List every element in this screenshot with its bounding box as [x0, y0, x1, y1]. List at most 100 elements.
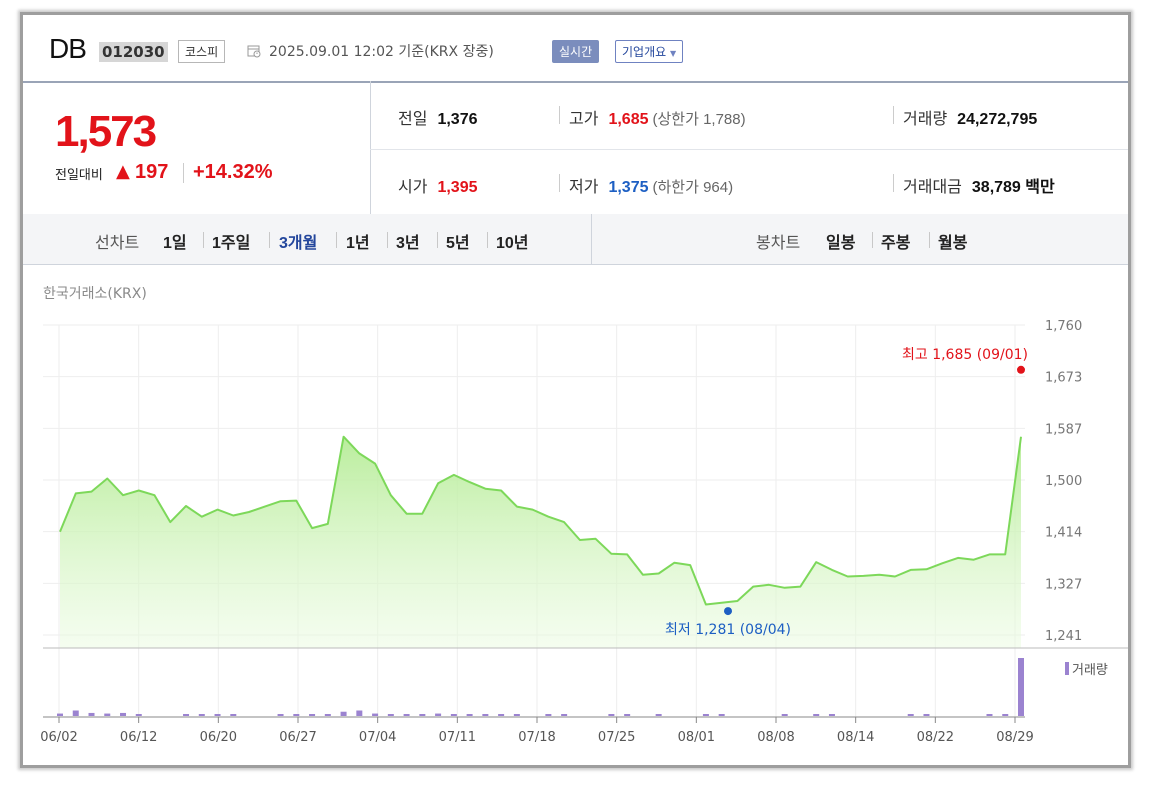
volume-bar — [1002, 714, 1009, 716]
period-3y[interactable]: 3년 — [396, 229, 420, 253]
exchange-label: 한국거래소(KRX) — [43, 286, 147, 302]
volume-bar — [372, 713, 379, 716]
divider — [387, 232, 388, 248]
divider — [183, 163, 184, 183]
x-tick-label: 07/11 — [439, 730, 476, 745]
x-tick-label: 08/14 — [837, 730, 874, 745]
stat-amount: 거래대금 38,789 백만 — [903, 173, 1055, 197]
x-tick-label: 07/18 — [518, 730, 555, 745]
price-chart[interactable]: 1,760 1,673 1,587 1,500 1,414 1,327 1,241 최고 1,… — [23, 312, 1128, 768]
period-1d[interactable]: 1일 — [163, 229, 187, 253]
volume-bar — [813, 714, 820, 716]
divider — [591, 214, 592, 264]
y-tick-label: 1,673 — [1045, 371, 1082, 386]
stat-value: 1,375 — [608, 179, 649, 196]
stat-value: 1,395 — [437, 179, 478, 196]
stat-value: 1,685 — [608, 111, 649, 128]
stat-label: 거래량 — [903, 111, 948, 128]
volume-bar — [387, 714, 394, 716]
divider — [893, 174, 894, 192]
volume-bar — [466, 714, 473, 716]
volume-bar — [277, 714, 284, 716]
current-price: 1,573 — [55, 107, 157, 156]
divider — [872, 232, 873, 248]
divider — [203, 232, 204, 248]
volume-bar — [986, 714, 993, 716]
volume-bar — [309, 714, 316, 716]
diff-percent: +14.32% — [193, 161, 273, 183]
volume-bar — [1018, 658, 1024, 716]
calendar-clock-icon — [247, 45, 261, 58]
high-marker — [1017, 365, 1025, 374]
volume-bar — [561, 714, 568, 716]
volume-bar — [482, 714, 489, 716]
x-tick-label: 08/08 — [757, 730, 794, 745]
volume-bar — [57, 713, 63, 716]
stat-label: 거래대금 — [903, 179, 962, 196]
y-tick-label: 1,327 — [1045, 577, 1082, 592]
x-tick-label: 06/02 — [40, 730, 77, 745]
volume-legend-swatch — [1065, 662, 1069, 675]
divider — [269, 232, 270, 248]
period-10y[interactable]: 10년 — [496, 229, 529, 253]
period-1w[interactable]: 1주일 — [212, 229, 250, 253]
y-tick-label: 1,500 — [1045, 474, 1082, 489]
stock-name[interactable]: DB — [49, 33, 87, 65]
x-tick-label: 06/12 — [120, 730, 157, 745]
stat-prev-close: 전일 1,376 — [398, 105, 478, 129]
divider — [487, 232, 488, 248]
volume-bar — [828, 714, 835, 716]
volume-bar — [120, 712, 127, 716]
diff-label: 전일대비 — [55, 168, 103, 183]
divider — [559, 174, 560, 192]
candle-monthly[interactable]: 월봉 — [938, 229, 967, 253]
x-tick-label: 06/20 — [200, 730, 237, 745]
update-datetime: 2025.09.01 12:02 기준(KRX 장중) — [269, 44, 494, 60]
period-5y[interactable]: 5년 — [446, 229, 470, 253]
company-overview-dropdown[interactable]: 기업개요 ▼ — [615, 40, 684, 63]
x-tick-label: 08/01 — [678, 730, 715, 745]
volume-bar — [230, 714, 237, 716]
period-1y[interactable]: 1년 — [346, 229, 370, 253]
volume-bar — [781, 714, 788, 716]
candle-weekly[interactable]: 주봉 — [881, 229, 910, 253]
y-tick-label: 1,414 — [1045, 526, 1082, 541]
chevron-down-icon: ▼ — [670, 49, 677, 58]
stat-value: 1,376 — [437, 111, 478, 128]
diff-value: 197 — [135, 161, 169, 183]
upper-limit: (상한가 1,788) — [652, 111, 746, 128]
x-tick-label: 08/29 — [996, 730, 1033, 745]
x-tick-label: 06/27 — [279, 730, 316, 745]
current-price-box: 1,573 전일대비 ▲ 197 +14.32% — [23, 81, 371, 214]
volume-bar — [356, 710, 363, 716]
candle-chart-label: 봉차트 — [756, 235, 801, 252]
volume-bar — [702, 714, 709, 716]
stat-low: 저가 1,375 (하한가 964) — [569, 173, 733, 197]
volume-bar — [88, 712, 95, 716]
stat-open: 시가 1,395 — [398, 173, 478, 197]
high-annotation: 최고 1,685 (09/01) — [902, 347, 1028, 363]
realtime-button[interactable]: 실시간 — [552, 40, 600, 63]
volume-bar — [104, 713, 111, 716]
volume-bar — [198, 714, 205, 716]
company-overview-label: 기업개요 — [622, 45, 667, 59]
stat-label: 시가 — [398, 179, 428, 196]
row-divider — [370, 149, 1128, 150]
quote-summary: 1,573 전일대비 ▲ 197 +14.32% 전일 1,376 고가 1,685… — [23, 81, 1128, 215]
stat-volume: 거래량 24,272,795 — [903, 105, 1037, 129]
period-3m[interactable]: 3개월 — [279, 229, 317, 253]
y-tick-label: 1,241 — [1045, 629, 1082, 644]
stat-label: 전일 — [398, 111, 428, 128]
divider — [559, 106, 560, 124]
volume-bar — [135, 714, 142, 716]
volume-bar — [513, 714, 520, 716]
divider — [336, 232, 337, 248]
stat-high: 고가 1,685 (상한가 1,788) — [569, 105, 746, 129]
volume-bar — [214, 714, 221, 716]
volume-bar — [624, 714, 631, 716]
up-arrow-icon: ▲ — [116, 161, 130, 182]
candle-daily[interactable]: 일봉 — [826, 229, 855, 253]
volume-bar — [655, 714, 662, 716]
divider — [929, 232, 930, 248]
volume-bar — [324, 714, 331, 716]
